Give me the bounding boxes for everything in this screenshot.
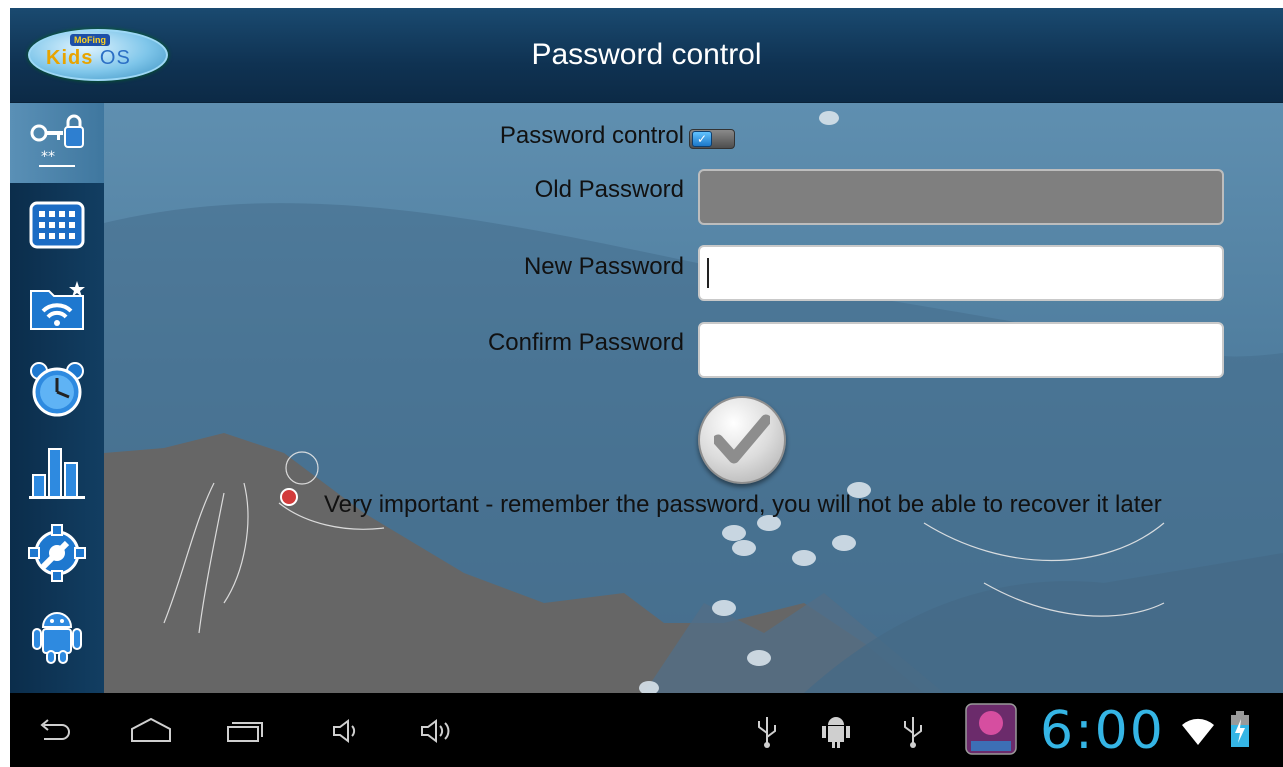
old-password-field[interactable]	[698, 169, 1224, 225]
confirm-password-field[interactable]	[698, 322, 1224, 378]
password-control-toggle[interactable]: ✓	[689, 129, 735, 149]
usb-icon	[904, 717, 922, 748]
gear-wrench-icon	[28, 524, 86, 582]
key-lock-icon: **	[30, 114, 84, 167]
bar-chart-icon	[29, 448, 85, 499]
old-password-label: Old Password	[534, 176, 684, 203]
volume-down-icon[interactable]	[326, 711, 366, 751]
wifi-folder-icon	[30, 281, 85, 330]
usb-icon	[758, 717, 776, 748]
new-password-label: New Password	[523, 253, 684, 280]
app-grid-icon	[29, 201, 85, 249]
volume-up-icon[interactable]	[414, 711, 458, 751]
confirm-password-label: Confirm Password	[487, 329, 684, 356]
kids-os-app-icon[interactable]	[965, 703, 1017, 755]
toggle-check-icon: ✓	[692, 131, 712, 147]
back-icon[interactable]	[34, 711, 74, 751]
home-icon[interactable]	[128, 711, 174, 751]
page-title: Password control	[531, 38, 762, 71]
main-content: Password control ✓ Old Password New Pass…	[104, 103, 1283, 693]
sidebar-item-android[interactable]	[10, 595, 104, 675]
system-navigation-bar: 6:00	[10, 693, 1283, 767]
sidebar-item-wifi[interactable]	[10, 267, 104, 347]
battery-charging-icon	[1231, 711, 1249, 747]
sidebar-item-alarm[interactable]	[10, 349, 104, 429]
sidebar-item-password[interactable]: **	[10, 103, 104, 183]
confirm-button[interactable]	[698, 396, 786, 484]
title-bar: MoFing Kids OS Password control	[10, 8, 1283, 103]
tablet-screen: MoFing Kids OS Password control ** Passw…	[10, 8, 1283, 767]
alarm-clock-icon	[30, 362, 84, 417]
wifi-icon	[1182, 718, 1214, 745]
sidebar-item-settings[interactable]	[10, 513, 104, 593]
android-debug-icon	[822, 717, 850, 748]
sidebar-item-stats[interactable]	[10, 431, 104, 511]
sidebar: **	[10, 103, 104, 693]
checkmark-icon	[714, 414, 770, 464]
warning-text: Very important - remember the password, …	[324, 491, 1162, 518]
status-clock: 6:00	[1040, 701, 1165, 761]
android-icon	[32, 612, 82, 664]
sidebar-item-apps[interactable]	[10, 185, 104, 265]
recent-apps-icon[interactable]	[222, 711, 268, 751]
new-password-field[interactable]	[698, 245, 1224, 301]
password-control-label: Password control	[499, 122, 684, 149]
text-cursor	[707, 258, 709, 288]
svg-text:**: **	[41, 149, 55, 165]
